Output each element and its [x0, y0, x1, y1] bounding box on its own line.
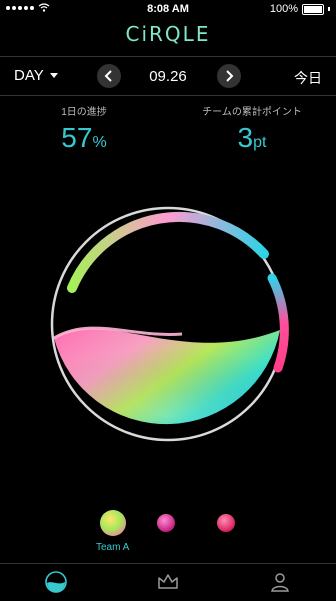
daily-progress-label: 1日の進捗 — [61, 107, 107, 118]
team-c-item[interactable] — [217, 514, 235, 532]
battery-percentage: 100% — [269, 3, 298, 15]
tab-ranking[interactable] — [156, 570, 180, 594]
battery-icon — [302, 3, 324, 15]
team-a-avatar — [99, 510, 126, 536]
team-a-item[interactable]: Team A — [96, 510, 129, 553]
team-c-avatar — [217, 514, 235, 532]
status-bar: 8:08 AM 100% — [0, 0, 336, 18]
team-b-item[interactable] — [157, 514, 175, 532]
crown-icon — [158, 574, 178, 589]
date-navigation: DAY 09.26 今日 — [0, 56, 336, 96]
current-date: 09.26 — [149, 68, 187, 85]
progress-circle-visual — [50, 206, 289, 442]
bottom-tab-bar — [0, 563, 336, 601]
tab-progress[interactable] — [44, 570, 68, 594]
team-points-label: チームの累計ポイント — [202, 107, 302, 118]
tab-profile[interactable] — [268, 570, 292, 594]
progress-circle-icon — [45, 571, 67, 593]
today-button[interactable]: 今日 — [294, 68, 322, 88]
daily-progress-value: 57% — [61, 122, 107, 153]
profile-icon — [271, 573, 289, 592]
daily-progress-stat: 1日の進捗 57% — [0, 103, 168, 154]
team-a-label: Team A — [96, 542, 130, 553]
team-points-value: 3pt — [237, 122, 267, 153]
app-logo: CiRQLE — [125, 22, 211, 46]
next-date-button[interactable] — [217, 64, 241, 88]
team-points-stat: チームの累計ポイント 3pt — [168, 103, 336, 154]
chevron-right-icon — [226, 70, 234, 82]
team-b-avatar — [157, 514, 175, 532]
